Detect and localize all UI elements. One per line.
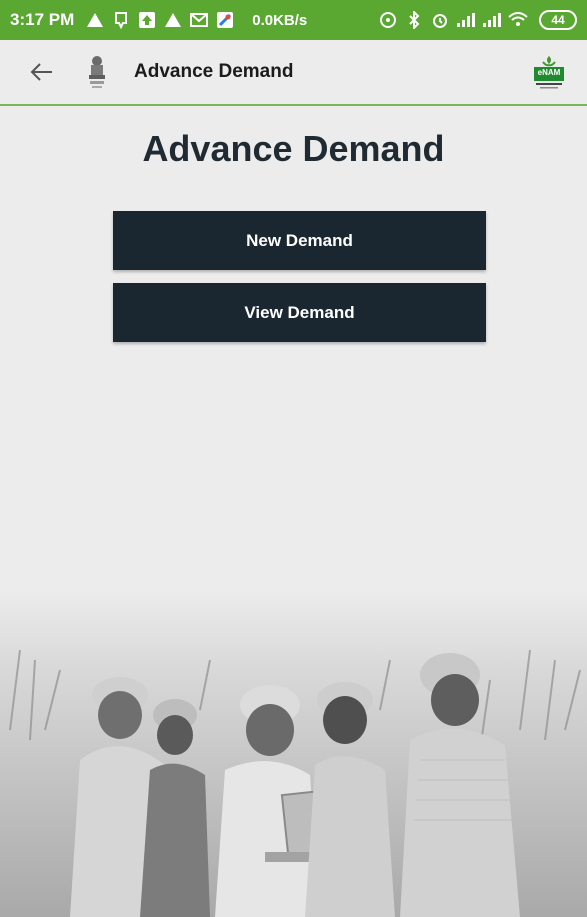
signal-icon: [455, 9, 477, 31]
app-bar: Advance Demand eNAM: [0, 40, 587, 106]
upload-icon: [136, 9, 158, 31]
battery-indicator: 44: [539, 10, 577, 30]
farmers-background-image: [0, 590, 587, 917]
back-button[interactable]: [22, 52, 62, 92]
national-emblem-icon: [82, 52, 112, 92]
wifi-icon: [507, 9, 529, 31]
warning-icon: [162, 9, 184, 31]
enam-logo: eNAM: [531, 52, 567, 92]
mail-icon: [188, 9, 210, 31]
volte-signal-icon: [481, 9, 503, 31]
status-time: 3:17 PM: [10, 10, 75, 29]
arrow-left-icon[interactable]: [30, 62, 54, 82]
view-demand-button[interactable]: View Demand: [113, 283, 486, 342]
enam-logo-text: eNAM: [537, 68, 561, 77]
network-speed: 0.0KB/s: [252, 11, 308, 29]
hotspot-icon: [377, 9, 399, 31]
page-title: Advance Demand: [142, 128, 445, 169]
bluetooth-icon: [403, 9, 425, 31]
status-bar: 3:17 PM 0.0KB/s 44: [0, 0, 587, 40]
warning-icon: [84, 9, 106, 31]
app-bar-title: Advance Demand: [134, 61, 294, 82]
status-right-icons: 44: [377, 9, 577, 31]
notification-icon: [110, 9, 132, 31]
maps-icon: [214, 9, 236, 31]
alarm-icon: [429, 9, 451, 31]
new-demand-button[interactable]: New Demand: [113, 211, 486, 270]
